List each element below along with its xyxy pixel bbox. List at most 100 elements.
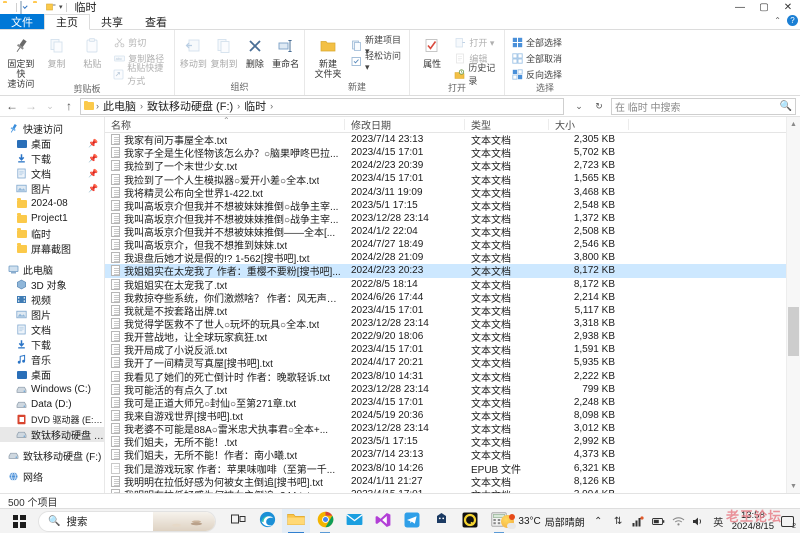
table-row[interactable]: 我们姐夫，无所不能！作者：南小曦.txt 2023/7/14 23:13 文本文档 4… (105, 448, 800, 462)
tray-network-monitor-icon[interactable] (632, 515, 645, 527)
table-row[interactable]: 我叫高坂京介但我并不想被妹妹推倒——全本[... 2024/1/2 22:04 文本… (105, 225, 800, 239)
refresh-icon[interactable]: ↻ (591, 98, 607, 114)
ime-indicator[interactable]: 英 (712, 514, 725, 529)
breadcrumb-this-pc[interactable]: 此电脑 (101, 98, 138, 114)
pin-to-quick-access-button[interactable]: 固定到快 速访问 (4, 32, 38, 89)
telegram-button[interactable] (398, 509, 426, 533)
table-row[interactable]: 我老婆不可能是88A○雷米忠犬执事君○全本+... 2023/12/28 23:1… (105, 422, 800, 436)
tray-sync-icon[interactable]: ⇅ (612, 516, 625, 527)
move-to-button[interactable]: 移动到 (179, 32, 208, 69)
nav-header-quick-access[interactable]: 快速访问 (0, 121, 104, 136)
table-row[interactable]: 我们姐夫，无所不能！.txt 2023/5/1 17:15 文本文档 2,992 KB (105, 435, 800, 449)
copy-button[interactable]: 复制 (40, 32, 74, 69)
up-button[interactable]: ↑ (61, 98, 77, 114)
help-icon[interactable]: ? (787, 15, 798, 26)
edge-button[interactable] (253, 509, 281, 533)
paste-button[interactable]: 粘贴 (76, 32, 110, 69)
column-header-name[interactable]: 名称 ⌃ (105, 116, 345, 132)
table-row[interactable]: 我开局成了小说反派.txt 2023/4/15 17:01 文本文档 1,591 KB (105, 343, 800, 357)
nav-item-project1[interactable]: Project1 (0, 211, 104, 226)
notification-center-button[interactable] (781, 515, 796, 530)
table-row[interactable]: 我捡到了一个人生模拟器○爱开小差○全本.txt 2023/4/15 17:01 文本… (105, 172, 800, 187)
mail-button[interactable] (340, 509, 368, 533)
nav-header-this-pc[interactable]: 此电脑 (0, 262, 104, 277)
nav-item-documents-qa[interactable]: 文档 📌 (0, 166, 104, 181)
scroll-down-arrow-icon[interactable]: ▼ (787, 479, 800, 493)
select-all-button[interactable]: 全部选择 (509, 35, 564, 49)
tray-volume-icon[interactable] (692, 516, 705, 527)
nav-item-documents[interactable]: 文档 (0, 322, 104, 337)
table-row[interactable]: 我将精灵公布向全世界1-422.txt 2024/3/11 19:09 文本文档 3,… (105, 186, 800, 200)
breadcrumb-current-folder[interactable]: 临时 (242, 98, 268, 114)
back-button[interactable]: ← (4, 98, 20, 114)
table-row[interactable]: 我退盘后她才说是假的!? 1-562[搜书吧].txt 2024/2/28 21:… (105, 251, 800, 265)
app-button-8[interactable] (427, 509, 455, 533)
task-view-button[interactable] (224, 509, 252, 533)
table-row[interactable]: 我可能活的有点久了.txt 2023/12/28 23:14 文本文档 799 KB (105, 383, 800, 397)
table-row[interactable]: 我明明在拉低好感为何被女主倒追[搜书吧].txt 2024/1/11 21:27 文… (105, 475, 800, 489)
minimize-button[interactable]: — (728, 0, 752, 14)
column-header-size[interactable]: 大小 (549, 117, 629, 132)
table-row[interactable]: 我来自游戏世界[搜书吧].txt 2024/5/19 20:36 文本文档 8,098… (105, 409, 800, 423)
rename-button[interactable]: 重命名 (271, 32, 300, 69)
scrollbar-thumb[interactable] (788, 307, 799, 356)
table-row[interactable]: 我看见了她们的死亡倒计时 作者：晚歌轻诉.txt 2023/8/10 14:31 文… (105, 370, 800, 384)
breadcrumb-drive[interactable]: 致钛移动硬盘 (F:) (145, 98, 235, 114)
address-history-caret-icon[interactable]: ⌄ (571, 98, 587, 114)
visual-studio-button[interactable] (369, 509, 397, 533)
nav-header-network[interactable]: 网络 (0, 469, 104, 484)
tray-wifi-icon[interactable] (672, 516, 685, 526)
table-row[interactable]: 我叫高坂京介但我并不想被妹妹推倒○战争主宰... 2023/5/1 17:15 文本… (105, 199, 800, 213)
nav-item-pictures[interactable]: 图片 (0, 307, 104, 322)
history-button[interactable]: 历史记录 (452, 63, 500, 86)
nav-item-temp[interactable]: 临时 (0, 226, 104, 241)
nav-item-desktop-qa[interactable]: 桌面 📌 (0, 136, 104, 151)
tray-battery-icon[interactable] (651, 517, 665, 526)
navigation-pane[interactable]: 快速访问 桌面 📌 下载 📌 文档 📌 图片 📌 2024-08 Project… (0, 117, 105, 493)
invert-selection-button[interactable]: 反向选择 (509, 67, 564, 81)
edit-button[interactable]: 编辑 (452, 51, 500, 65)
new-folder-button[interactable]: 新建 文件夹 (309, 32, 347, 79)
vertical-scrollbar[interactable]: ▲ ▼ (786, 117, 800, 493)
file-explorer-button[interactable] (282, 508, 310, 533)
table-row[interactable]: 我姐姐实在太宠我了.txt 2022/8/5 18:14 文本文档 8,172 KB (105, 278, 800, 292)
column-header-type[interactable]: 类型 (465, 117, 549, 132)
qat-undo-icon[interactable] (46, 2, 56, 12)
tray-overflow-chevron-icon[interactable]: ⌃ (592, 516, 605, 527)
table-row[interactable]: 我明明在拉低好感为何被女主倒追○344.txt 2023/4/15 17:01文本… (105, 488, 800, 493)
table-row[interactable]: 我们是游戏玩家 作者：苹果味咖啡（至第一千... 2023/8/10 14:26 E… (105, 462, 800, 476)
nav-item-3d-objects[interactable]: 3D 对象 (0, 277, 104, 292)
table-row[interactable]: 我家子全是生化怪物该怎么办？○脑果咿咚巴拉... 2023/4/15 17:01 文… (105, 146, 800, 160)
tab-view[interactable]: 查看 (134, 14, 178, 29)
table-row[interactable]: 我开营战地，让全球玩家疯狂.txt 2022/9/20 18:06 文本文档 2,93… (105, 330, 800, 344)
app-button-9[interactable] (456, 509, 484, 533)
nav-item-2024-08[interactable]: 2024-08 (0, 196, 104, 211)
address-bar[interactable]: › 此电脑 › 致钛移动硬盘 (F:) › 临时 › (80, 97, 564, 115)
collapse-ribbon-icon[interactable]: ⌃ (774, 16, 781, 25)
recent-locations-button[interactable]: ⌄ (42, 98, 58, 114)
nav-item-dvd-drive[interactable]: DVD 驱动器 (E:) 16.0.1 (0, 412, 104, 427)
select-none-button[interactable]: 全部取消 (509, 51, 564, 65)
qat-properties-icon[interactable] (20, 1, 30, 15)
nav-item-pictures-qa[interactable]: 图片 📌 (0, 181, 104, 196)
tab-file[interactable]: 文件 (0, 14, 44, 29)
column-header-date[interactable]: 修改日期 (345, 117, 465, 132)
nav-header-drive-f[interactable]: 致钛移动硬盘 (F:) (0, 448, 104, 463)
tab-share[interactable]: 共享 (90, 14, 134, 29)
table-row[interactable]: 我捡到了一个末世少女.txt 2024/2/23 20:39 文本文档 2,723 K… (105, 159, 800, 173)
table-row[interactable]: 我开了一间精灵写真屋[搜书吧].txt 2024/4/17 20:21 文本文档 5,… (105, 356, 800, 370)
delete-button[interactable]: 删除 (241, 32, 270, 69)
table-row[interactable]: 我就是不按套路出牌.txt 2023/4/15 17:01 文本文档 5,117 KB (105, 304, 800, 318)
cut-button[interactable]: 剪切 (111, 35, 170, 49)
search-input[interactable]: 在 临时 中搜索 🔍 (611, 97, 796, 115)
nav-item-drive-c[interactable]: Windows (C:) (0, 382, 104, 397)
nav-item-desktop[interactable]: 桌面 (0, 367, 104, 382)
nav-item-music[interactable]: 音乐 (0, 352, 104, 367)
table-row[interactable]: 我姐姐实在太宠我了 作者：重樱不要粉[搜书吧]... 2024/2/23 20:2… (105, 264, 800, 278)
nav-item-screenshots[interactable]: 屏幕截图 (0, 241, 104, 256)
table-row[interactable]: 我叫高坂京介，但我不想推到妹妹.txt 2024/7/27 18:49 文本文档 2,… (105, 238, 800, 252)
table-row[interactable]: 我叫高坂京介但我并不想被妹妹推倒○战争主宰... 2023/12/28 23:14… (105, 212, 800, 226)
forward-button[interactable]: → (23, 98, 39, 114)
easy-access-button[interactable]: 轻松访问 ▾ (349, 51, 405, 72)
paste-shortcut-button[interactable]: 粘贴快捷方式 (111, 63, 170, 86)
